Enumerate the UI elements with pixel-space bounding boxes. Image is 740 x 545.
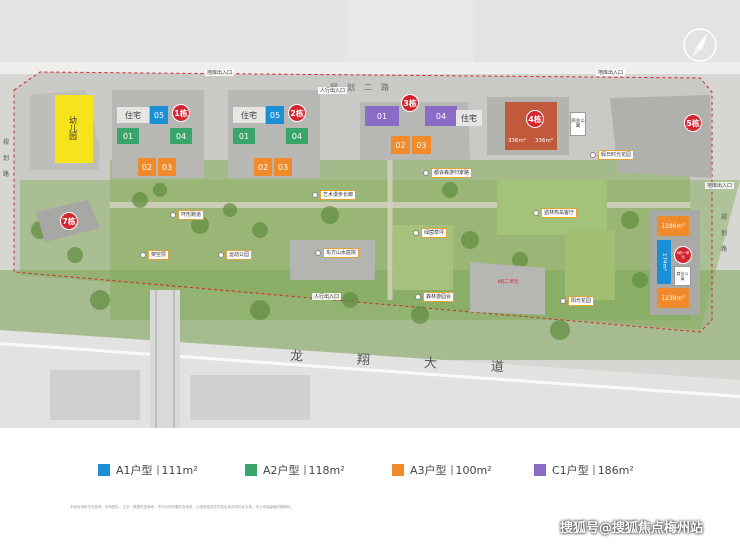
legend-swatch-a2 (245, 464, 257, 476)
poi-marker-icon (413, 230, 419, 236)
building-7-marker[interactable]: 7栋 (60, 212, 78, 230)
poi-art-walk[interactable]: 艺术漫步长廊 (312, 190, 357, 200)
legend-swatch-a3 (392, 464, 404, 476)
b1-zhuzhai-tag: 住宅 (117, 107, 149, 123)
b2-unit-01[interactable]: 01 (233, 128, 255, 144)
b2-unit-02[interactable]: 02 (254, 158, 272, 176)
poi-marker-icon (533, 210, 539, 216)
poi-running-track[interactable]: 环形跑道 (170, 210, 205, 220)
poi-marker-icon (140, 252, 146, 258)
legend-item-a2: A2户型 118m² (245, 462, 345, 478)
b1-unit-05[interactable]: 05 (150, 106, 168, 124)
poi-marker-icon (170, 212, 176, 218)
b3-unit-04[interactable]: 04 (425, 106, 457, 126)
legend-item-a1: A1户型 111m² (98, 462, 198, 478)
b3-unit-03[interactable]: 03 (412, 136, 431, 154)
gate-top-left: 地库出入口 (205, 69, 235, 76)
kindergarten-label: 幼儿园 (68, 115, 78, 140)
watermark: 搜狐号@搜狐焦点梅州站 (560, 521, 704, 536)
north-compass-icon (683, 28, 717, 62)
poi-marker-icon (218, 252, 224, 258)
poi-homecoming-path[interactable]: 都会森游归家路 (423, 168, 473, 178)
poi-sunshine-garden[interactable]: 阳光花园 (560, 296, 595, 306)
poi-forest-garden[interactable]: 森林游园会 (415, 292, 455, 302)
legend-swatch-a1 (98, 464, 110, 476)
disclaimer-text: 本宣传资料仅为参考，所有图片、文字、数据仅供参考，不作为任何要约及承诺，以政府批… (70, 505, 294, 509)
poi-forest-lounge[interactable]: 遗林热岛客厅 (533, 208, 578, 218)
b1-unit-04[interactable]: 04 (170, 128, 192, 144)
site-plan-map[interactable]: 规划二路 龙翔大道 规划路 规划路 地库出入口 人行出入口 地库出入口 人行出入… (0, 0, 740, 428)
road-label-right: 规划路 (721, 214, 728, 253)
gate-bottom: 人行出入口 (312, 293, 342, 300)
b2-unit-03[interactable]: 03 (274, 158, 292, 176)
b1-unit-01[interactable]: 01 (117, 128, 139, 144)
gate-top-right: 地库出入口 (596, 69, 626, 76)
legend-item-a3: A3户型 100m² (392, 462, 492, 478)
b3-unit-01[interactable]: 01 (365, 106, 399, 126)
poi-stilt-floor[interactable]: 架空层 (140, 250, 170, 260)
b6-tag: 6栋一单元 (674, 246, 692, 264)
b2-unit-05[interactable]: 05 (266, 106, 284, 124)
poi-marker-icon (423, 170, 429, 176)
b8-label: 8栋二单元 (497, 280, 519, 285)
poi-marker-icon (315, 250, 321, 256)
poi-holiday-garden[interactable]: 假日时光花园 (590, 150, 635, 160)
building-2-marker[interactable]: 2栋 (288, 104, 306, 122)
b1-unit-03[interactable]: 03 (158, 158, 176, 176)
poi-oriental-courtyard[interactable]: 东方山水庭院 (315, 248, 360, 258)
gate-top-center: 人行出入口 (318, 87, 348, 94)
b3-unit-02[interactable]: 02 (391, 136, 410, 154)
building-5-marker[interactable]: 5栋 (684, 114, 702, 132)
poi-lawn[interactable]: 绿茵草坪 (413, 228, 448, 238)
building-1-marker[interactable]: 1栋 (172, 104, 190, 122)
poi-marker-icon (415, 294, 421, 300)
site-plan-page: 规划二路 龙翔大道 规划路 规划路 地库出入口 人行出入口 地库出入口 人行出入… (0, 0, 740, 545)
building-4-marker[interactable]: 4栋 (526, 110, 544, 128)
building-3-marker[interactable]: 3栋 (401, 94, 419, 112)
b6-area-mid: 174m² (657, 240, 671, 284)
b2-unit-04[interactable]: 04 (286, 128, 308, 144)
legend-swatch-c1 (534, 464, 546, 476)
poi-marker-icon (590, 152, 596, 158)
poi-sports-park[interactable]: 运动公园 (218, 250, 253, 260)
legend-item-c1: C1户型 186m² (534, 462, 634, 478)
b6-area-bottom: 1238m² (657, 288, 689, 308)
road-label-left: 规划路 (3, 139, 10, 178)
b4-side-label: 商业公寓 (570, 112, 586, 136)
b4-area-left: 336m² (507, 138, 527, 144)
poi-marker-icon (312, 192, 318, 198)
b4-area-right: 336m² (534, 138, 554, 144)
b6-area-top: 1286m² (657, 216, 689, 236)
b1-unit-02[interactable]: 02 (138, 158, 156, 176)
gate-right: 地库出入口 (705, 182, 735, 189)
b2-zhuzhai-tag: 住宅 (233, 107, 265, 123)
b3-zhuzhai-tag: 住宅 (456, 110, 482, 126)
poi-marker-icon (560, 298, 566, 304)
b6-side-label: 商业公寓 (674, 266, 691, 286)
